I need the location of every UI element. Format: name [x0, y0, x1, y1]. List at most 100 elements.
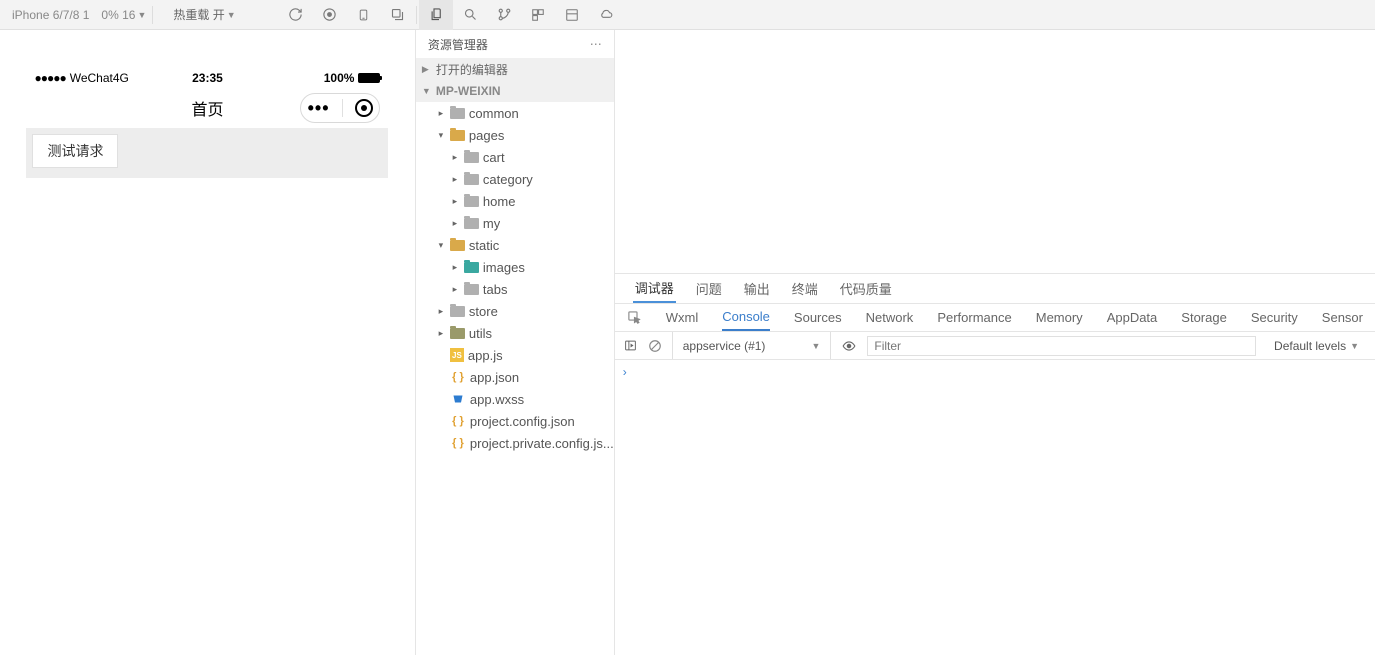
chevron-right-icon: ▸: [450, 152, 460, 163]
devtools-tab-memory[interactable]: Memory: [1036, 304, 1083, 331]
battery-icon: [358, 73, 380, 83]
tree-item-app-wxss[interactable]: app.wxss: [416, 388, 614, 410]
devtools-tab-wxml[interactable]: Wxml: [666, 304, 699, 331]
tree-item-app-js[interactable]: JS app.js: [416, 344, 614, 366]
tree-item-project-config-json[interactable]: { }project.config.json: [416, 410, 614, 432]
chevron-right-icon: ▸: [436, 108, 446, 119]
tree-item-label: images: [483, 260, 525, 275]
menu-icon[interactable]: •••: [308, 99, 330, 117]
tree-item-project-private-config-js-[interactable]: { }project.private.config.js...: [416, 432, 614, 454]
console-prompt-icon[interactable]: ›: [623, 365, 627, 379]
folder-icon: [464, 174, 479, 185]
stop-icon[interactable]: [312, 0, 346, 30]
device-icon[interactable]: [346, 0, 380, 30]
tree-item-static[interactable]: ▾static: [416, 234, 614, 256]
battery-label: 100%: [324, 71, 355, 85]
nav-title: 首页: [191, 96, 223, 120]
debug-tab-输出[interactable]: 输出: [742, 274, 772, 303]
log-levels-selector[interactable]: Default levels ▼: [1266, 339, 1367, 353]
close-target-icon[interactable]: [355, 99, 373, 117]
status-bar: ●●●●● WeChat4G 23:35 100%: [26, 68, 388, 88]
explorer-pane: 资源管理器 ⋯ ▶ 打开的编辑器 ▼ MP-WEIXIN ▸ common ▾pag…: [416, 30, 615, 655]
debug-tab-代码质量[interactable]: 代码质量: [838, 274, 894, 303]
tree-item-images[interactable]: ▸images: [416, 256, 614, 278]
filter-input[interactable]: [867, 336, 1256, 356]
devtools-tab-security[interactable]: Security: [1251, 304, 1298, 331]
debug-tab-问题[interactable]: 问题: [694, 274, 724, 303]
tree-item-utils[interactable]: ▸utils: [416, 322, 614, 344]
debug-tab-调试器[interactable]: 调试器: [633, 274, 676, 303]
zoom-selector[interactable]: 0% 16 ▼: [101, 8, 146, 22]
chevron-right-icon: ▸: [436, 328, 446, 339]
inspect-icon[interactable]: [627, 310, 642, 325]
tree-item-store[interactable]: ▸store: [416, 300, 614, 322]
caret-down-icon: ▼: [811, 341, 820, 351]
cloud-icon[interactable]: [589, 0, 623, 30]
phone-frame: ●●●●● WeChat4G 23:35 100% 首页 ••• 测试请求: [26, 68, 388, 655]
live-expression-icon[interactable]: [841, 339, 857, 353]
tree-item-pages[interactable]: ▾pages: [416, 124, 614, 146]
chevron-right-icon: ▸: [450, 174, 460, 185]
refresh-icon[interactable]: [278, 0, 312, 30]
open-editors-section[interactable]: ▶ 打开的编辑器: [416, 58, 614, 80]
branch-icon[interactable]: [487, 0, 521, 30]
tree-item-label: app.js: [468, 348, 503, 363]
json-file-icon: { }: [450, 370, 466, 384]
explorer-title: 资源管理器: [428, 36, 488, 53]
tree-item-label: app.wxss: [470, 392, 524, 407]
devtools-tab-appdata[interactable]: AppData: [1107, 304, 1158, 331]
chevron-down-icon: ▼: [422, 86, 432, 96]
console-body: ›: [615, 360, 1375, 655]
devtools-tab-storage[interactable]: Storage: [1181, 304, 1227, 331]
chevron-down-icon: ▾: [436, 130, 446, 141]
folder-icon: [464, 284, 479, 295]
search-icon[interactable]: [453, 0, 487, 30]
debug-tab-终端[interactable]: 终端: [790, 274, 820, 303]
project-section[interactable]: ▼ MP-WEIXIN: [416, 80, 614, 102]
clear-console-icon[interactable]: [648, 339, 662, 353]
hot-reload-toggle[interactable]: 热重载 开 ▼: [173, 6, 235, 23]
folder-icon: [450, 108, 465, 119]
extensions-icon[interactable]: [521, 0, 555, 30]
test-request-button[interactable]: 测试请求: [32, 134, 118, 168]
devtools-tab-network[interactable]: Network: [866, 304, 914, 331]
tree-item-common[interactable]: ▸ common: [416, 102, 614, 124]
screenshot-icon[interactable]: [380, 0, 414, 30]
tree-item-tabs[interactable]: ▸tabs: [416, 278, 614, 300]
folder-open-icon: [450, 130, 465, 141]
hot-reload-label: 热重载 开: [173, 6, 224, 23]
carrier-label: WeChat4G: [70, 71, 129, 85]
separator: [416, 6, 417, 24]
context-selector[interactable]: appservice (#1) ▼: [672, 332, 832, 359]
tree-item-cart[interactable]: ▸ cart: [416, 146, 614, 168]
top-toolbar: iPhone 6/7/8 1 0% 16 ▼ 热重载 开 ▼: [0, 0, 1375, 30]
tree-item-category[interactable]: ▸category: [416, 168, 614, 190]
folder-icon: [464, 262, 479, 273]
tree-item-my[interactable]: ▸my: [416, 212, 614, 234]
layout-icon[interactable]: [555, 0, 589, 30]
js-file-icon: JS: [450, 348, 464, 362]
files-icon[interactable]: [419, 0, 453, 30]
tree-item-label: common: [469, 106, 519, 121]
devtools-tab-console[interactable]: Console: [722, 304, 770, 331]
more-icon[interactable]: ⋯: [590, 37, 602, 51]
time-label: 23:35: [192, 71, 223, 85]
zoom-label: 0% 16: [101, 8, 135, 22]
signal-dots-icon: ●●●●●: [34, 71, 65, 85]
separator: [152, 6, 153, 24]
folder-icon: [450, 306, 465, 317]
editor-area: [615, 30, 1375, 273]
tree-item-label: cart: [483, 150, 505, 165]
device-selector[interactable]: iPhone 6/7/8 1: [8, 6, 93, 24]
wxss-file-icon: [450, 392, 466, 406]
devtools-tab-performance[interactable]: Performance: [937, 304, 1011, 331]
tree-item-home[interactable]: ▸home: [416, 190, 614, 212]
toggle-sidebar-icon[interactable]: [623, 339, 638, 352]
devtools-tab-sources[interactable]: Sources: [794, 304, 842, 331]
devtools-tab-sensor[interactable]: Sensor: [1322, 304, 1363, 331]
chevron-right-icon: ▶: [422, 64, 432, 75]
tree-item-app-json[interactable]: { }app.json: [416, 366, 614, 388]
tree-item-label: tabs: [483, 282, 508, 297]
debugger-area: 调试器问题输出终端代码质量 Wxml Console Sources Network P…: [615, 273, 1375, 655]
devtools-tabs: Wxml Console Sources Network Performance Memo…: [615, 304, 1375, 332]
